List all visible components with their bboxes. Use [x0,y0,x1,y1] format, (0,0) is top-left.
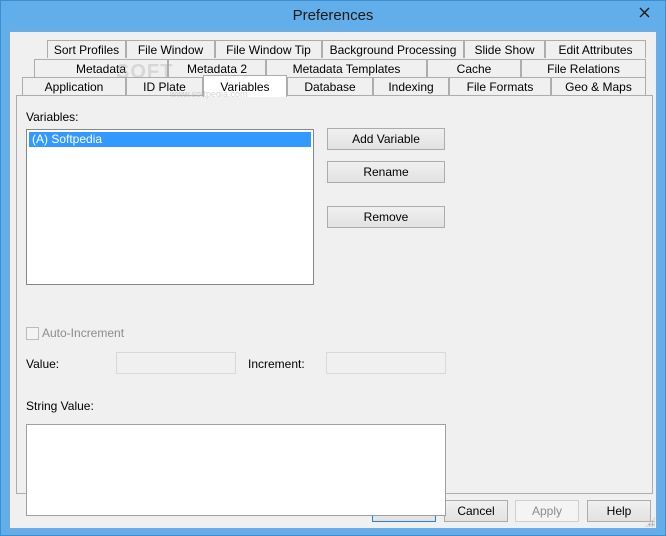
variables-panel: Variables: (A) Softpedia Add Variable Re… [16,95,653,516]
value-label: Value: [26,357,60,371]
help-button[interactable]: Help [587,500,651,522]
window-title: Preferences [292,7,374,24]
variables-listbox[interactable]: (A) Softpedia [26,129,314,285]
remove-button[interactable]: Remove [327,206,445,228]
preferences-window: Preferences Sort Profiles File Window Fi… [0,0,666,536]
tab-file-relations[interactable]: File Relations [521,59,646,77]
increment-label: Increment: [248,357,305,371]
auto-increment-label: Auto-Increment [42,326,125,340]
close-icon [639,7,649,17]
tab-indexing[interactable]: Indexing [373,77,449,95]
add-variable-button[interactable]: Add Variable [327,128,445,150]
tab-metadata-templates[interactable]: Metadata Templates [266,59,427,77]
close-button[interactable] [631,2,657,22]
tab-file-window-tip[interactable]: File Window Tip [215,40,322,58]
tab-geo-maps[interactable]: Geo & Maps [551,77,646,95]
tab-sort-profiles[interactable]: Sort Profiles [47,40,126,58]
string-value-label: String Value: [26,399,94,413]
auto-increment-checkbox[interactable] [26,327,39,340]
apply-button[interactable]: Apply [515,500,579,522]
tab-database[interactable]: Database [287,77,373,95]
tab-file-window[interactable]: File Window [126,40,215,58]
rename-button[interactable]: Rename [327,161,445,183]
softpedia-watermark-logo: SOFT [116,61,174,83]
title-bar[interactable]: Preferences [1,1,665,31]
value-field[interactable] [116,352,236,374]
dialog-client-area: Sort Profiles File Window File Window Ti… [9,31,657,529]
tab-edit-attributes[interactable]: Edit Attributes [545,40,646,58]
list-item[interactable]: (A) Softpedia [29,132,311,147]
tab-cache[interactable]: Cache [427,59,521,77]
tab-slide-show[interactable]: Slide Show [464,40,545,58]
tab-file-formats[interactable]: File Formats [449,77,551,95]
variables-label: Variables: [26,110,79,124]
cancel-button[interactable]: Cancel [444,500,508,522]
tab-application[interactable]: Application [22,77,126,95]
increment-field[interactable] [326,352,446,374]
string-value-textarea[interactable] [26,424,446,516]
tab-background-processing[interactable]: Background Processing [322,40,464,58]
softpedia-watermark-url: www.softpedia.com [170,89,248,99]
